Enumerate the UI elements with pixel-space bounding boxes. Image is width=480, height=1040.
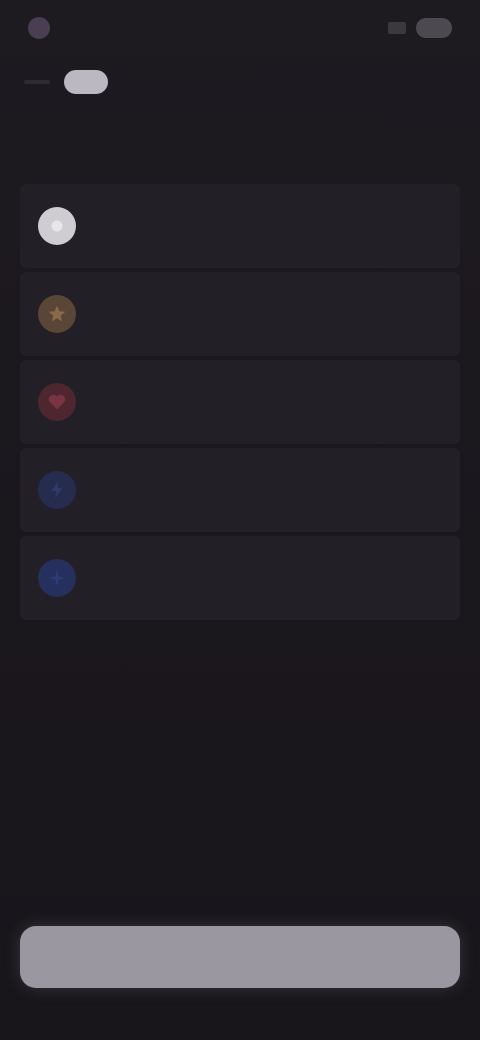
heart-icon bbox=[38, 383, 76, 421]
star-icon bbox=[38, 295, 76, 333]
header-row bbox=[24, 70, 456, 94]
battery-icon bbox=[416, 18, 452, 38]
option-item-2[interactable] bbox=[20, 272, 460, 356]
option-item-4[interactable] bbox=[20, 448, 460, 532]
sparkle-icon bbox=[38, 559, 76, 597]
option-item-5[interactable] bbox=[20, 536, 460, 620]
option-list bbox=[20, 184, 460, 624]
header bbox=[24, 70, 456, 120]
status-bar bbox=[0, 0, 480, 56]
header-chip[interactable] bbox=[64, 70, 108, 94]
continue-button[interactable] bbox=[20, 926, 460, 988]
screen bbox=[0, 0, 480, 1040]
signal-icon bbox=[388, 22, 406, 34]
circle-icon bbox=[38, 207, 76, 245]
option-item-1[interactable] bbox=[20, 184, 460, 268]
bolt-icon bbox=[38, 471, 76, 509]
status-left bbox=[28, 17, 62, 39]
status-right bbox=[388, 18, 452, 38]
back-arrow-icon[interactable] bbox=[24, 80, 50, 84]
option-item-3[interactable] bbox=[20, 360, 460, 444]
notification-icon bbox=[28, 17, 50, 39]
